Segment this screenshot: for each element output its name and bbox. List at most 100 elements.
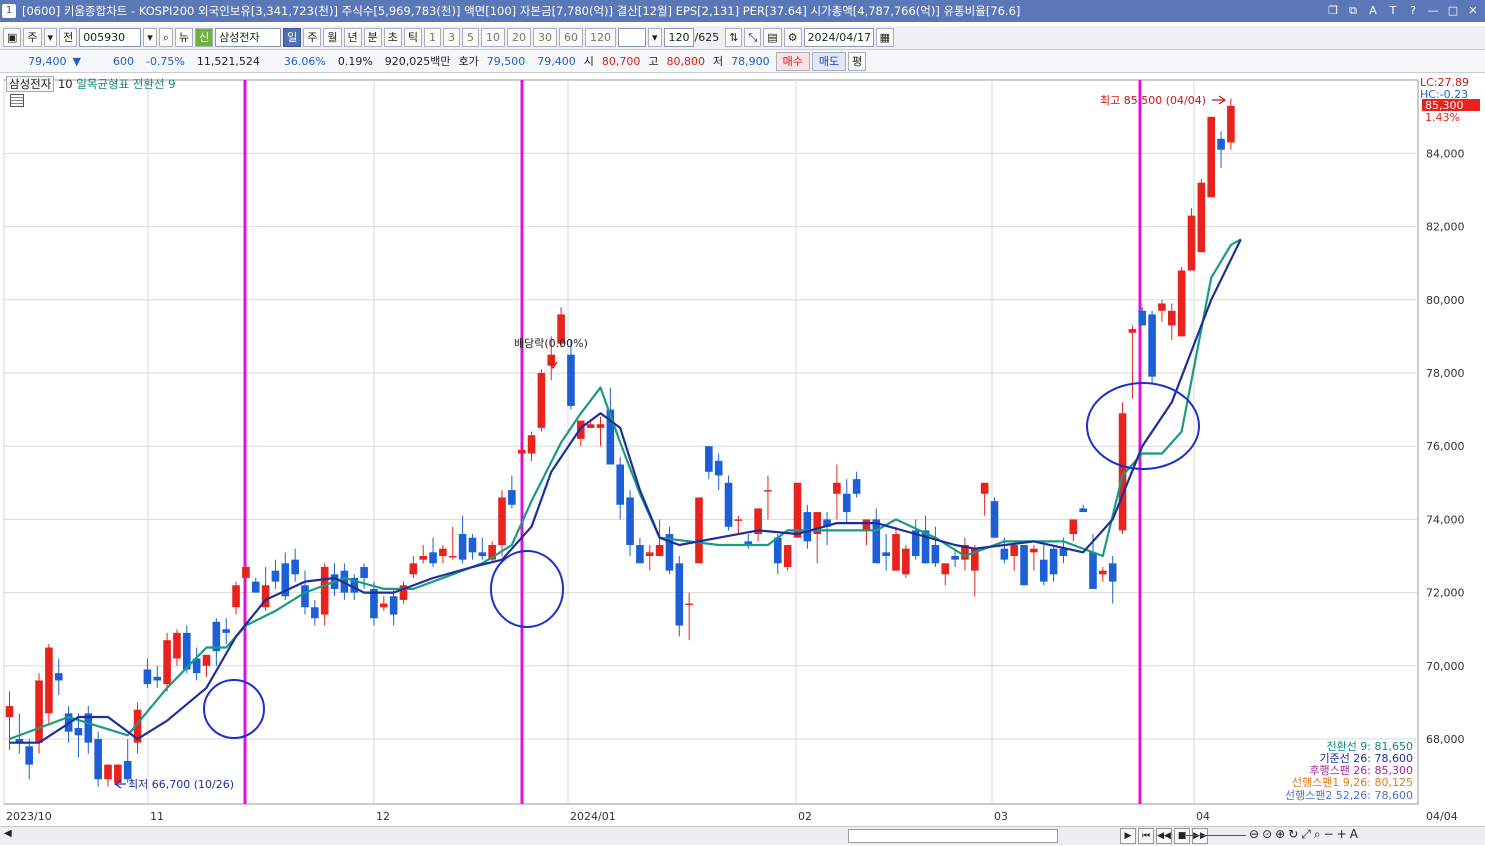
candle-body <box>1187 215 1196 271</box>
help-icon[interactable]: ? <box>1405 3 1421 19</box>
high-annotation: 최고 85,500 (04/04) <box>1100 94 1206 107</box>
price-chart[interactable]: 68,000 70,000 72,000 74,000 76,000 78,000 80,0… <box>0 74 1485 826</box>
candle-body <box>655 545 664 556</box>
candle-body <box>153 676 162 681</box>
minute-1-button[interactable]: 1 <box>424 28 442 47</box>
date-input[interactable]: 2024/04/17 <box>803 28 874 47</box>
zoom-in-icon[interactable]: ⊕ <box>1275 827 1285 842</box>
candle-body <box>1148 314 1156 377</box>
candle-body <box>567 354 575 406</box>
title-bar: 1 [0600] 키움종합차트 - KOSPI200 외국인보유[3,341,7… <box>0 0 1485 22</box>
fit-icon[interactable]: ⤢ <box>1301 827 1311 842</box>
legend-stock-name[interactable]: 삼성전자 <box>6 76 55 92</box>
minute-20-button[interactable]: 20 <box>507 28 532 47</box>
tool-icon[interactable]: ⤡ <box>744 28 762 47</box>
horizontal-scrollbar[interactable]: ◀ ▶ ⏮ ◀◀ ■ ▶▶ ⊖ ⊙ ⊕ ↻ ⤢ ⌕ − + A <box>0 826 1485 845</box>
candle-body <box>990 501 999 538</box>
plus-icon[interactable]: + <box>1337 827 1347 842</box>
period-minute-button[interactable]: 분 <box>363 28 382 47</box>
indicator-value: 선행스팬2 52,26: 78,600 <box>1284 788 1413 802</box>
stock-name-field[interactable]: 삼성전자 <box>215 28 282 47</box>
scroll-left-icon[interactable]: ◀ <box>4 828 12 839</box>
count-input[interactable]: 120 <box>663 28 694 47</box>
candle-body <box>1227 105 1235 143</box>
font-size-icon[interactable]: A <box>1350 827 1358 842</box>
period-week-button[interactable]: 주 <box>303 28 322 47</box>
candle-body <box>242 566 250 578</box>
candle-body <box>892 534 900 571</box>
minute-10-button[interactable]: 10 <box>481 28 506 47</box>
candle-body <box>902 548 910 575</box>
legend-ichimoku[interactable]: 일목균형표 <box>76 77 129 91</box>
open-label: 시 <box>583 55 594 68</box>
dropdown-icon[interactable]: ▾ <box>43 28 58 47</box>
minute-120-button[interactable]: 120 <box>585 28 617 47</box>
period-year-button[interactable]: 년 <box>343 28 362 47</box>
custom-period-input[interactable] <box>618 28 647 47</box>
scroll-right-icon[interactable]: ▶ <box>1120 828 1136 844</box>
candle-body <box>1207 116 1215 198</box>
candle-body <box>1000 548 1009 560</box>
minute-5-button[interactable]: 5 <box>462 28 480 47</box>
save-icon[interactable]: ▤ <box>763 28 782 47</box>
minus-icon[interactable]: − <box>1324 827 1334 842</box>
custom-period-dropdown-icon[interactable]: ▾ <box>648 28 662 47</box>
code-dropdown-icon[interactable]: ▾ <box>143 28 157 47</box>
candle-body <box>1089 552 1097 589</box>
settings-icon[interactable]: ⚙ <box>783 28 802 47</box>
period-day-button[interactable]: 일 <box>283 28 302 47</box>
legend-conversion-line[interactable]: 전환선 9 <box>133 77 176 91</box>
candle-body <box>123 760 132 780</box>
window-number-badge: 1 <box>2 4 16 18</box>
zoom-out-icon[interactable]: ⊖ <box>1249 827 1259 842</box>
minute-60-button[interactable]: 60 <box>559 28 584 47</box>
candle-body <box>1059 548 1068 556</box>
view-button[interactable]: 뉴 <box>174 28 194 47</box>
chart-area[interactable]: 68,000 70,000 72,000 74,000 76,000 78,000 80,0… <box>0 74 1485 846</box>
candle-body <box>409 563 418 575</box>
calendar-icon[interactable]: ▦ <box>875 28 894 47</box>
font-icon[interactable]: A <box>1365 3 1381 19</box>
candle-body <box>222 629 230 633</box>
candle-body <box>301 585 309 608</box>
minute-30-button[interactable]: 30 <box>533 28 558 47</box>
zoom-slider[interactable] <box>1186 835 1246 836</box>
minute-3-button[interactable]: 3 <box>443 28 461 47</box>
stock-code-input[interactable]: 005930 <box>79 28 142 47</box>
candle-body <box>232 585 240 608</box>
period-month-button[interactable]: 월 <box>323 28 342 47</box>
candle-body <box>1138 310 1147 326</box>
text-icon[interactable]: T <box>1385 3 1401 19</box>
candle-body <box>803 512 812 542</box>
scroll-thumb[interactable] <box>848 829 1058 843</box>
candle-body <box>1049 548 1058 575</box>
market-select[interactable]: 주 <box>23 28 42 47</box>
candle-body <box>1128 329 1137 333</box>
average-button[interactable]: 평 <box>848 51 867 71</box>
candle-body <box>35 680 43 743</box>
indicator-values: 전환선 9: 81,650 기준선 26: 78,600 후행스팬 26: 85,3… <box>1284 740 1413 802</box>
search-icon[interactable]: ⌕ <box>158 28 173 47</box>
sell-button[interactable]: 매도 <box>811 51 847 71</box>
layout-icon[interactable]: ▣ <box>3 28 22 47</box>
prev-icon[interactable]: ◀◀ <box>1156 828 1172 844</box>
minimize-icon[interactable]: — <box>1425 3 1441 19</box>
refresh-icon[interactable]: ↻ <box>1288 827 1298 842</box>
table-icon[interactable] <box>10 94 24 107</box>
candle-body <box>320 566 329 615</box>
restore-icon[interactable]: ❐ <box>1325 3 1341 19</box>
period-second-button[interactable]: 초 <box>383 28 402 47</box>
tile-icon[interactable]: ⧉ <box>1345 3 1361 19</box>
first-icon[interactable]: ⏮ <box>1138 828 1154 844</box>
candle-body <box>271 570 280 582</box>
search-chart-icon[interactable]: ⌕ <box>1314 827 1321 842</box>
period-tick-button[interactable]: 틱 <box>403 28 423 47</box>
zoom-reset-icon[interactable]: ⊙ <box>1262 827 1272 842</box>
compare-icon[interactable]: ⇅ <box>725 28 743 47</box>
period-type-select[interactable]: 전 <box>59 28 78 47</box>
buy-button[interactable]: 매수 <box>775 51 810 71</box>
maximize-icon[interactable]: □ <box>1445 3 1461 19</box>
plot-frame <box>3 79 1419 805</box>
close-icon[interactable]: ✕ <box>1465 3 1481 19</box>
candle-body <box>389 596 398 615</box>
